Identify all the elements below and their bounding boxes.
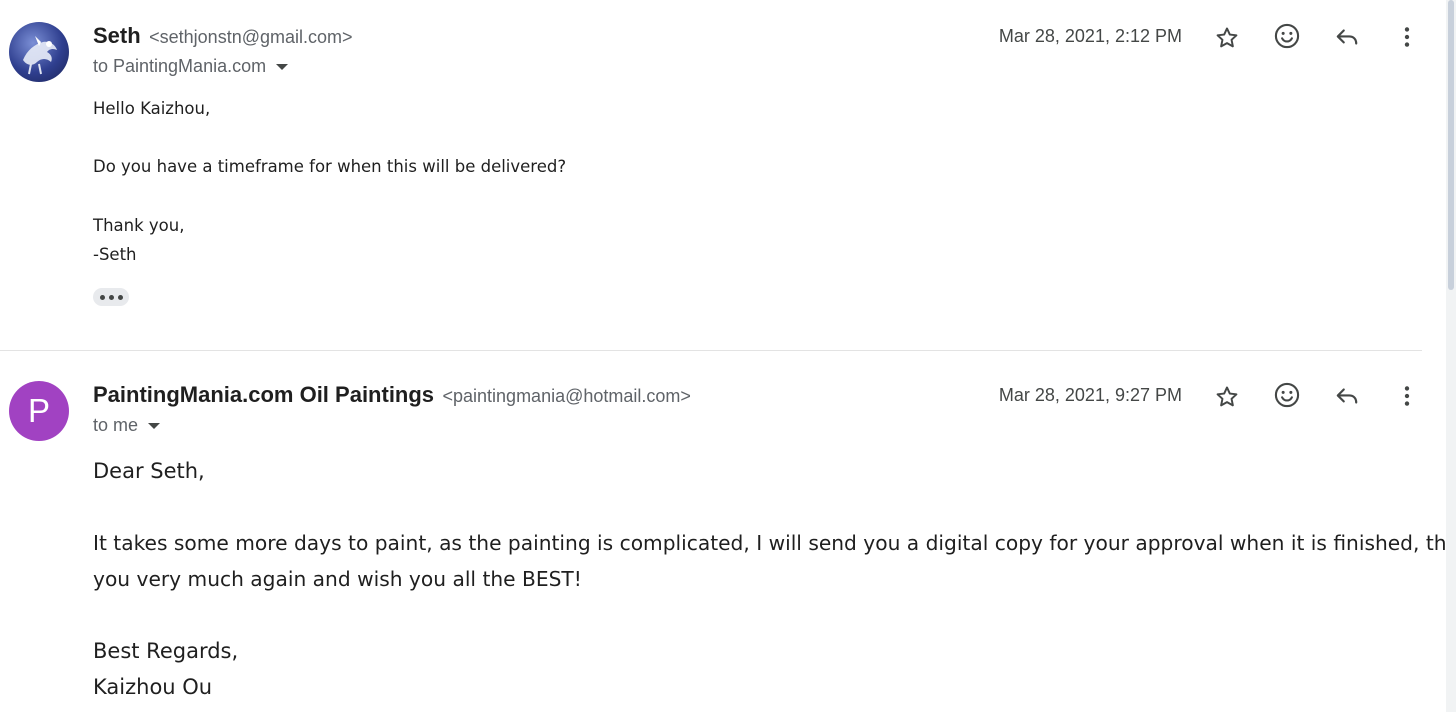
ellipsis-dot [99, 294, 105, 300]
star-icon [1216, 386, 1238, 407]
body-greeting: Dear Seth, [93, 459, 205, 483]
recipient-text: to me [93, 415, 139, 435]
email-thread: Seth <sethjonstn@gmail.com> to PaintingM… [0, 0, 1456, 712]
sender-avatar[interactable] [9, 22, 69, 82]
more-options-button[interactable] [1390, 379, 1424, 413]
ellipsis-dot [117, 294, 123, 300]
ellipsis-dot [108, 294, 114, 300]
sender-name[interactable]: PaintingMania.com Oil Paintings [93, 382, 434, 407]
message-divider [0, 350, 1422, 351]
body-closing: Thank you, [93, 216, 185, 235]
star-icon [1216, 27, 1238, 48]
recipient-line[interactable]: to me [93, 415, 161, 436]
body-line: Do you have a timeframe for when this wi… [93, 157, 567, 176]
chevron-down-icon[interactable] [276, 63, 289, 70]
more-vert-icon [1404, 27, 1410, 47]
body-signature: Kaizhou Ou [93, 675, 213, 699]
sender-line: Seth <sethjonstn@gmail.com> [93, 23, 353, 49]
sender-line: PaintingMania.com Oil Paintings <paintin… [93, 382, 691, 408]
more-options-button[interactable] [1390, 20, 1424, 54]
body-greeting: Hello Kaizhou, [93, 99, 211, 118]
emoji-icon [1274, 23, 1300, 49]
more-vert-icon [1404, 386, 1410, 406]
sender-avatar[interactable]: P [9, 381, 69, 441]
star-button[interactable] [1210, 380, 1244, 414]
reply-icon [1336, 388, 1358, 404]
body-signature: -Seth [93, 245, 137, 264]
add-reaction-button[interactable] [1270, 19, 1304, 53]
body-closing: Best Regards, [93, 639, 239, 663]
add-reaction-button[interactable] [1270, 378, 1304, 412]
emoji-icon [1274, 382, 1300, 408]
recipient-line[interactable]: to PaintingMania.com [93, 56, 289, 77]
recipient-text: to PaintingMania.com [93, 56, 267, 76]
message-date: Mar 28, 2021, 9:27 PM [998, 385, 1182, 405]
sender-email: <paintingmania@hotmail.com> [442, 386, 691, 406]
body-line: you very much again and wish you all the… [93, 567, 582, 591]
sender-name[interactable]: Seth [93, 23, 141, 48]
reply-button[interactable] [1330, 379, 1364, 413]
chevron-down-icon[interactable] [148, 422, 161, 429]
avatar-photo-icon [23, 36, 57, 75]
reply-button[interactable] [1330, 20, 1364, 54]
message-body: Dear Seth, It takes some more days to pa… [93, 456, 1456, 705]
sender-email: <sethjonstn@gmail.com> [149, 27, 353, 47]
star-button[interactable] [1210, 21, 1244, 55]
body-line: It takes some more days to paint, as the… [93, 531, 1456, 555]
scrollbar-thumb[interactable] [1448, 0, 1454, 290]
message-date: Mar 28, 2021, 2:12 PM [998, 26, 1182, 46]
message-body: Hello Kaizhou, Do you have a timeframe f… [93, 97, 566, 267]
reply-icon [1336, 29, 1358, 45]
show-trimmed-content-button[interactable] [93, 288, 129, 306]
